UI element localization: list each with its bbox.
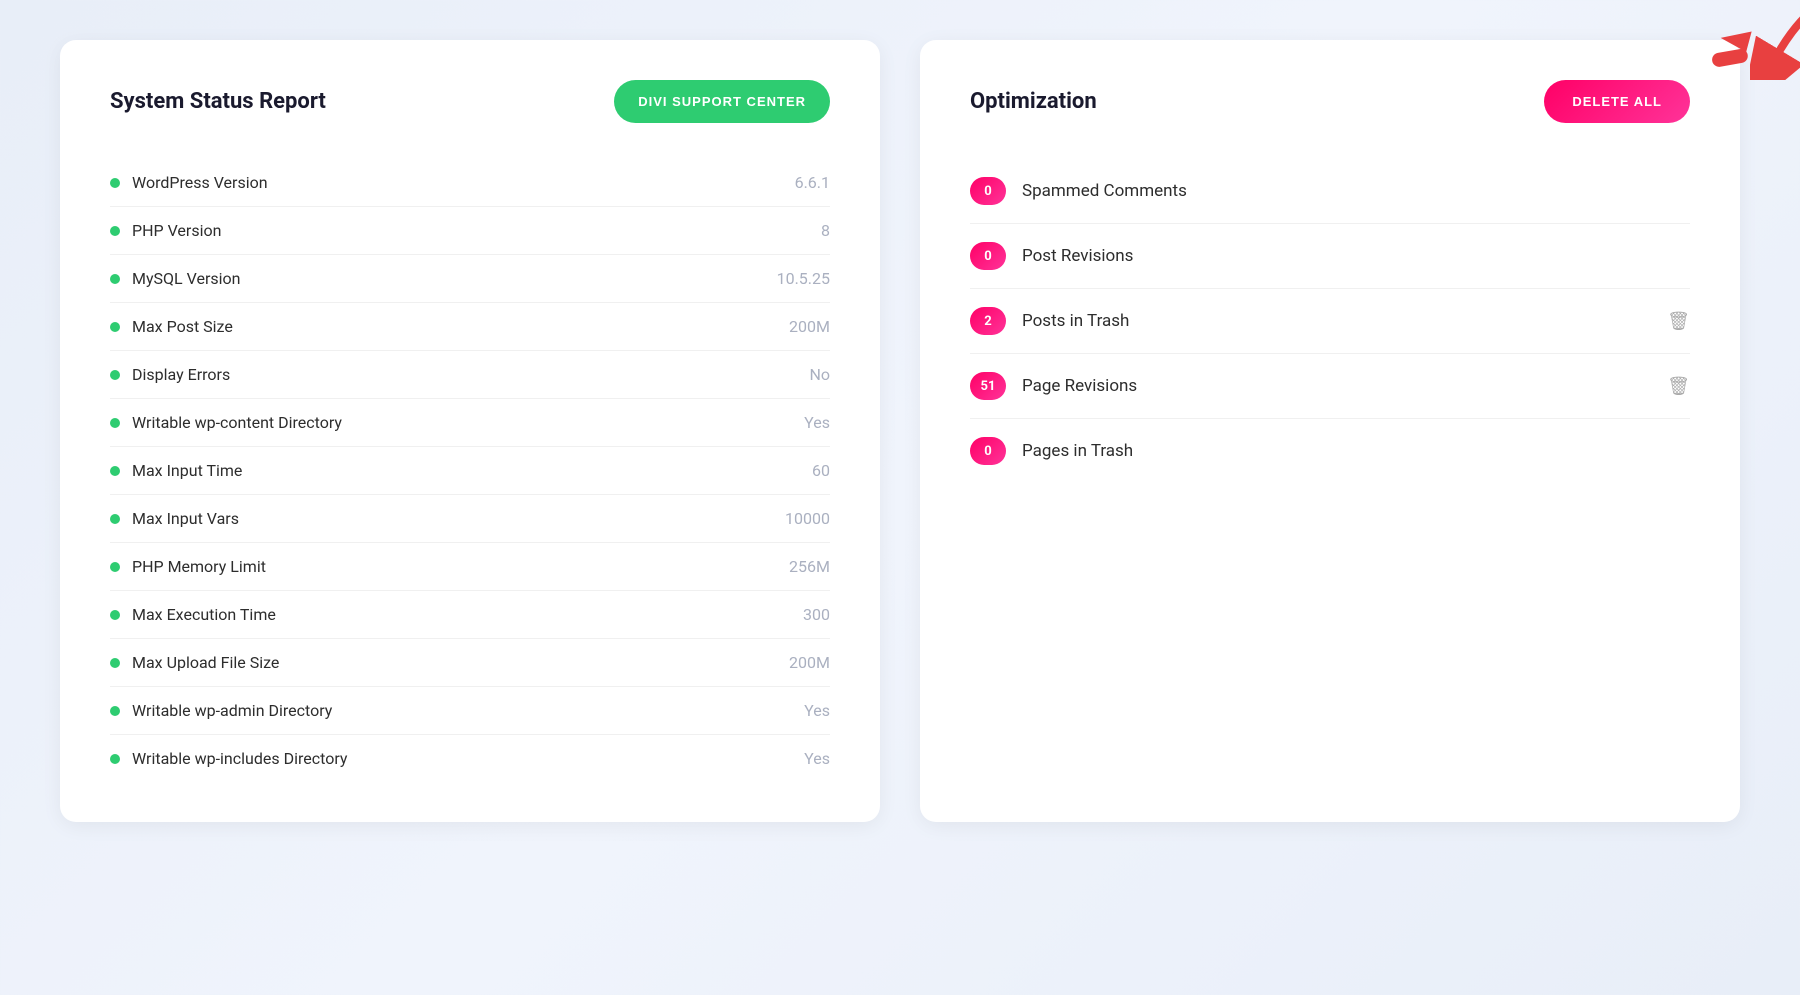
status-item: Display Errors No bbox=[110, 351, 830, 399]
status-value: 10000 bbox=[785, 509, 830, 528]
status-dot bbox=[110, 658, 120, 668]
status-item-left: MySQL Version bbox=[110, 269, 241, 288]
status-dot bbox=[110, 466, 120, 476]
status-label: Writable wp-admin Directory bbox=[132, 701, 332, 720]
count-badge: 0 bbox=[970, 177, 1006, 205]
status-item: PHP Version 8 bbox=[110, 207, 830, 255]
status-item: Max Post Size 200M bbox=[110, 303, 830, 351]
status-label: Max Input Vars bbox=[132, 509, 239, 528]
status-value: Yes bbox=[804, 749, 830, 768]
status-label: Writable wp-includes Directory bbox=[132, 749, 347, 768]
right-panel-header: Optimization DELETE ALL bbox=[970, 80, 1690, 123]
status-value: No bbox=[809, 365, 830, 384]
count-badge: 2 bbox=[970, 307, 1006, 335]
status-dot bbox=[110, 610, 120, 620]
status-item: Max Upload File Size 200M bbox=[110, 639, 830, 687]
optimization-list: 0 Spammed Comments 0 Post Revisions 2 Po… bbox=[970, 159, 1690, 483]
status-item-left: Max Input Time bbox=[110, 461, 242, 480]
status-value: 8 bbox=[821, 221, 830, 240]
opt-label: Page Revisions bbox=[1022, 376, 1651, 396]
status-item: Max Input Vars 10000 bbox=[110, 495, 830, 543]
status-value: 200M bbox=[789, 653, 830, 672]
count-badge: 51 bbox=[970, 372, 1006, 400]
status-dot bbox=[110, 274, 120, 284]
status-item: Writable wp-admin Directory Yes bbox=[110, 687, 830, 735]
status-item: PHP Memory Limit 256M bbox=[110, 543, 830, 591]
status-dot bbox=[110, 226, 120, 236]
status-dot bbox=[110, 514, 120, 524]
status-label: Max Input Time bbox=[132, 461, 242, 480]
opt-label: Pages in Trash bbox=[1022, 441, 1690, 461]
trash-icon[interactable]: 🗑 bbox=[1667, 311, 1690, 332]
status-item-left: PHP Memory Limit bbox=[110, 557, 266, 576]
status-label: PHP Version bbox=[132, 221, 221, 240]
status-value: 256M bbox=[789, 557, 830, 576]
count-badge: 0 bbox=[970, 437, 1006, 465]
status-value: Yes bbox=[804, 413, 830, 432]
trash-icon[interactable]: 🗑 bbox=[1667, 376, 1690, 397]
optimization-title: Optimization bbox=[970, 89, 1097, 114]
status-item: Max Execution Time 300 bbox=[110, 591, 830, 639]
delete-all-button[interactable]: DELETE ALL bbox=[1544, 80, 1690, 123]
status-dot bbox=[110, 706, 120, 716]
status-dot bbox=[110, 754, 120, 764]
opt-label: Spammed Comments bbox=[1022, 181, 1690, 201]
status-label: Display Errors bbox=[132, 365, 230, 384]
status-label: MySQL Version bbox=[132, 269, 241, 288]
status-label: Max Execution Time bbox=[132, 605, 276, 624]
divi-support-center-button[interactable]: DIVI SUPPORT CENTER bbox=[614, 80, 830, 123]
status-label: Max Upload File Size bbox=[132, 653, 279, 672]
opt-item: 51 Page Revisions 🗑 bbox=[970, 354, 1690, 419]
count-badge: 0 bbox=[970, 242, 1006, 270]
status-value: 300 bbox=[803, 605, 830, 624]
system-status-title: System Status Report bbox=[110, 89, 326, 114]
main-container: System Status Report DIVI SUPPORT CENTER… bbox=[60, 40, 1740, 822]
status-item-left: WordPress Version bbox=[110, 173, 268, 192]
system-status-panel: System Status Report DIVI SUPPORT CENTER… bbox=[60, 40, 880, 822]
status-item: Max Input Time 60 bbox=[110, 447, 830, 495]
status-dot bbox=[110, 562, 120, 572]
status-item-left: Max Post Size bbox=[110, 317, 233, 336]
status-item: Writable wp-includes Directory Yes bbox=[110, 735, 830, 782]
status-label: PHP Memory Limit bbox=[132, 557, 266, 576]
status-dot bbox=[110, 370, 120, 380]
status-dot bbox=[110, 418, 120, 428]
status-item-left: Writable wp-includes Directory bbox=[110, 749, 347, 768]
status-item: WordPress Version 6.6.1 bbox=[110, 159, 830, 207]
status-dot bbox=[110, 322, 120, 332]
status-value: 10.5.25 bbox=[777, 269, 830, 288]
status-item-left: Max Upload File Size bbox=[110, 653, 279, 672]
status-item-left: Max Execution Time bbox=[110, 605, 276, 624]
opt-label: Post Revisions bbox=[1022, 246, 1690, 266]
opt-label: Posts in Trash bbox=[1022, 311, 1651, 331]
status-item-left: Writable wp-content Directory bbox=[110, 413, 342, 432]
status-item-left: Max Input Vars bbox=[110, 509, 239, 528]
status-value: Yes bbox=[804, 701, 830, 720]
status-item-left: Writable wp-admin Directory bbox=[110, 701, 332, 720]
opt-item: 2 Posts in Trash 🗑 bbox=[970, 289, 1690, 354]
status-value: 60 bbox=[812, 461, 830, 480]
left-panel-header: System Status Report DIVI SUPPORT CENTER bbox=[110, 80, 830, 123]
opt-item: 0 Post Revisions bbox=[970, 224, 1690, 289]
arrow-indicator-icon bbox=[1700, 30, 1790, 110]
status-item: MySQL Version 10.5.25 bbox=[110, 255, 830, 303]
optimization-panel: Optimization DELETE ALL 0 Spammed Commen… bbox=[920, 40, 1740, 822]
status-label: Max Post Size bbox=[132, 317, 233, 336]
status-dot bbox=[110, 178, 120, 188]
status-value: 6.6.1 bbox=[795, 173, 830, 192]
status-list: WordPress Version 6.6.1 PHP Version 8 My… bbox=[110, 159, 830, 782]
status-label: Writable wp-content Directory bbox=[132, 413, 342, 432]
status-item-left: PHP Version bbox=[110, 221, 221, 240]
status-item: Writable wp-content Directory Yes bbox=[110, 399, 830, 447]
status-label: WordPress Version bbox=[132, 173, 268, 192]
status-item-left: Display Errors bbox=[110, 365, 230, 384]
status-value: 200M bbox=[789, 317, 830, 336]
opt-item: 0 Pages in Trash bbox=[970, 419, 1690, 483]
opt-item: 0 Spammed Comments bbox=[970, 159, 1690, 224]
